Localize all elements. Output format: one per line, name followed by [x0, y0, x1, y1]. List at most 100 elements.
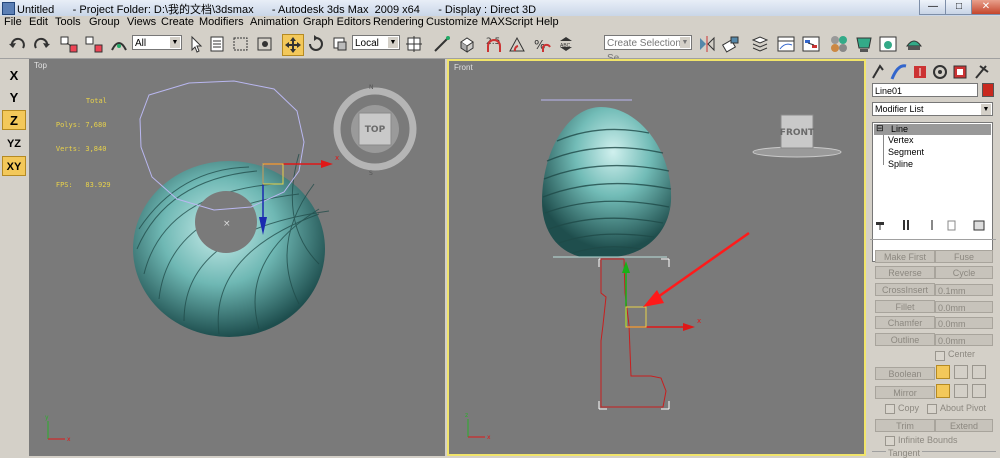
mirror-vertical-icon[interactable] [954, 384, 968, 398]
axis-z-button[interactable]: Z [2, 110, 26, 130]
app-icon[interactable] [2, 2, 15, 15]
rectangular-selection-icon[interactable] [231, 34, 251, 54]
transform-gizmo-front[interactable]: x [622, 261, 701, 331]
axis-yz-button[interactable]: YZ [2, 134, 26, 154]
named-selection-sets-dropdown[interactable]: Create Selection Se▼ [604, 35, 692, 64]
mirror-button[interactable]: Mirror [875, 386, 935, 399]
keyboard-shortcut-icon[interactable] [457, 34, 477, 54]
maximize-button[interactable]: □ [945, 0, 973, 15]
show-end-result-icon[interactable] [903, 220, 909, 230]
top-view-scene[interactable]: x × N S TOP x y [29, 59, 445, 456]
stack-item-line[interactable]: ⊟ Line [874, 123, 991, 135]
subtraction-operation-icon[interactable] [954, 365, 968, 379]
menu-animation[interactable]: Animation [250, 16, 299, 28]
select-and-rotate-icon[interactable] [306, 34, 326, 54]
crossinsert-spinner[interactable]: 0.1mm [935, 284, 993, 296]
front-viewport[interactable]: Front x FRONT x z [447, 59, 866, 456]
create-tab-icon[interactable] [872, 64, 884, 79]
window-crossing-icon[interactable] [255, 34, 275, 54]
layer-manager-icon[interactable] [750, 34, 770, 54]
stack-item-vertex[interactable]: Vertex [888, 135, 914, 145]
cycle-button[interactable]: Cycle [935, 266, 993, 279]
bind-space-warp-icon[interactable] [109, 34, 129, 54]
axis-x-button[interactable]: X [2, 66, 26, 86]
axis-xy-button[interactable]: XY [2, 156, 26, 176]
stack-item-spline[interactable]: Spline [888, 159, 913, 169]
boolean-button[interactable]: Boolean [875, 367, 935, 380]
select-and-scale-icon[interactable] [330, 34, 350, 54]
object-color-swatch[interactable] [982, 83, 994, 97]
chamfer-button[interactable]: Chamfer [875, 316, 935, 329]
modify-tab-icon[interactable] [890, 64, 907, 80]
select-and-move-button[interactable] [282, 34, 304, 56]
about-pivot-checkbox[interactable] [927, 404, 937, 414]
hierarchy-tab-icon[interactable] [914, 66, 926, 78]
infinite-bounds-checkbox[interactable] [885, 436, 895, 446]
intersection-operation-icon[interactable] [972, 365, 986, 379]
extend-button[interactable]: Extend [935, 419, 993, 432]
align-icon[interactable] [721, 34, 741, 54]
vase-front-mesh[interactable] [542, 107, 672, 257]
object-name-field[interactable]: Line01 [872, 83, 978, 97]
menu-graph-editors[interactable]: Graph Editors [303, 16, 371, 28]
menu-customize[interactable]: Customize [426, 16, 478, 28]
close-button[interactable]: ✕ [971, 0, 1000, 15]
outline-spinner[interactable]: 0.0mm [935, 334, 993, 346]
fuse-button[interactable]: Fuse [935, 250, 993, 263]
select-object-icon[interactable] [186, 34, 206, 54]
undo-icon[interactable] [8, 34, 28, 54]
mirror-icon[interactable] [697, 34, 717, 54]
menu-maxscript[interactable]: MAXScript [481, 16, 533, 28]
crossinsert-button[interactable]: CrossInsert [875, 283, 935, 296]
percent-snap-icon[interactable]: % [531, 34, 551, 54]
redo-icon[interactable] [31, 34, 51, 54]
outline-button[interactable]: Outline [875, 333, 935, 346]
chamfer-spinner[interactable]: 0.0mm [935, 317, 993, 329]
angle-snap-icon[interactable] [507, 34, 527, 54]
vase-top-mesh[interactable] [133, 153, 330, 337]
configure-modifier-sets-icon[interactable] [973, 220, 985, 231]
center-checkbox[interactable] [935, 351, 945, 361]
top-viewport[interactable]: Top Total Polys: 7,680 Verts: 3,840 FPS:… [29, 59, 445, 456]
fillet-spinner[interactable]: 0.0mm [935, 301, 993, 313]
display-tab-icon[interactable] [953, 65, 967, 79]
minimize-button[interactable]: — [919, 0, 947, 15]
menu-views[interactable]: Views [127, 16, 156, 28]
utilities-tab-icon[interactable] [975, 65, 989, 79]
menu-edit[interactable]: Edit [29, 16, 48, 28]
reverse-button[interactable]: Reverse [875, 266, 935, 279]
front-view-scene[interactable]: x FRONT x z [449, 61, 864, 454]
pivot-center-icon[interactable] [404, 34, 424, 54]
material-editor-icon[interactable] [829, 34, 849, 54]
spinner-snap-icon[interactable]: ABC [556, 34, 576, 54]
curve-editor-icon[interactable] [776, 34, 796, 54]
menu-rendering[interactable]: Rendering [373, 16, 424, 28]
reference-coordinate-dropdown[interactable]: Local ▼ [352, 35, 400, 50]
schematic-view-icon[interactable] [801, 34, 821, 54]
trim-button[interactable]: Trim [875, 419, 935, 432]
pin-stack-icon[interactable] [876, 222, 884, 230]
axis-y-button[interactable]: Y [2, 88, 26, 108]
render-production-icon[interactable] [904, 34, 924, 54]
remove-modifier-icon[interactable] [947, 220, 956, 231]
make-first-button[interactable]: Make First [875, 250, 935, 263]
select-and-link-icon[interactable] [59, 34, 79, 54]
snap-toggle-icon[interactable]: 2.5 [484, 34, 504, 54]
menu-help[interactable]: Help [536, 16, 559, 28]
menu-modifiers[interactable]: Modifiers [199, 16, 244, 28]
rendered-frame-window-icon[interactable] [878, 34, 898, 54]
unlink-icon[interactable] [84, 34, 104, 54]
select-and-manipulate-icon[interactable] [432, 34, 452, 54]
menu-group[interactable]: Group [89, 16, 120, 28]
union-operation-icon[interactable] [936, 365, 950, 379]
select-by-name-icon[interactable] [208, 34, 228, 54]
menu-create[interactable]: Create [161, 16, 194, 28]
expand-icon[interactable]: ⊟ [876, 123, 884, 134]
copy-checkbox[interactable] [885, 404, 895, 414]
motion-tab-icon[interactable] [933, 65, 947, 79]
modifier-list-dropdown[interactable]: Modifier List ▼ [872, 102, 993, 116]
selection-filter-dropdown[interactable]: All ▼ [132, 35, 182, 50]
menu-tools[interactable]: Tools [55, 16, 81, 28]
stack-item-segment[interactable]: Segment [888, 147, 924, 157]
fillet-button[interactable]: Fillet [875, 300, 935, 313]
